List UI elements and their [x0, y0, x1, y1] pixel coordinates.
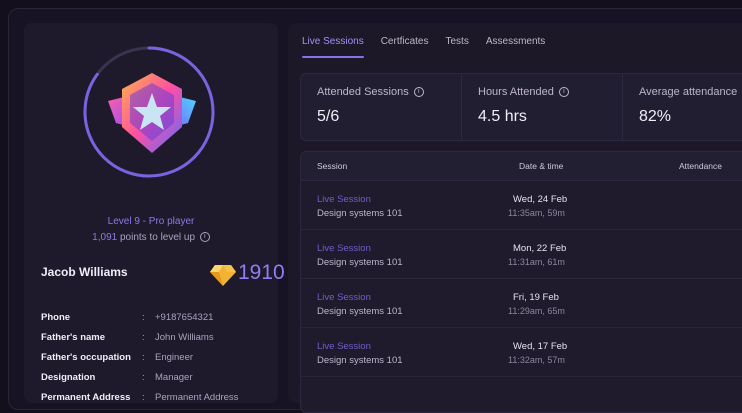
session-time: 11:31am, 61m — [508, 257, 565, 267]
detail-row-permanent-address: Permanent Address : Permanent Address — [41, 392, 271, 412]
session-type-link[interactable]: Live Session — [317, 341, 371, 352]
detail-value: Manager — [155, 372, 193, 383]
detail-label: Father's name — [41, 332, 106, 343]
detail-colon: : — [142, 332, 145, 343]
detail-row-fathers-name: Father's name : John Williams — [41, 332, 271, 352]
star-badge-icon — [108, 73, 196, 153]
session-name: Design systems 101 — [317, 355, 403, 366]
points-suffix: points to level up — [117, 232, 196, 243]
column-header-session[interactable]: Session — [317, 161, 347, 171]
stats-card: Attended Sessions i 5/6 Hours Attended i… — [300, 73, 742, 141]
tab-live-sessions[interactable]: Live Sessions — [302, 36, 364, 58]
table-row[interactable]: Live Session Design systems 101 Wed, 17 … — [301, 328, 742, 377]
session-type-link[interactable]: Live Session — [317, 292, 371, 303]
stat-value: 4.5 hrs — [478, 108, 527, 125]
level-label: Level 9 - Pro player — [107, 216, 195, 227]
column-header-attendance[interactable]: Attendance — [679, 161, 722, 171]
session-time: 11:35am, 59m — [508, 208, 565, 218]
stat-label-text: Attended Sessions — [317, 86, 409, 98]
profile-card: Level 9 - Pro player 1,091 points to lev… — [24, 23, 285, 403]
table-row[interactable]: Live Session Design systems 101 Mon, 22 … — [301, 230, 742, 279]
session-time: 11:29am, 65m — [508, 306, 565, 316]
info-icon[interactable]: i — [199, 232, 210, 243]
tab-tests[interactable]: Tests — [446, 36, 469, 58]
score-value: 1910 — [238, 261, 285, 284]
stat-value: 82% — [639, 108, 672, 125]
session-date: Wed, 17 Feb — [513, 341, 568, 352]
table-row[interactable]: Live Session Design systems 101 Wed, 24 … — [301, 181, 742, 230]
tab-assessments[interactable]: Assessments — [486, 36, 545, 58]
detail-colon: : — [142, 372, 145, 383]
stat-value: 5/6 — [317, 108, 340, 125]
detail-label: Designation — [41, 372, 96, 383]
stat-label: Average attendance — [639, 86, 737, 98]
detail-value: Permanent Address — [155, 392, 239, 403]
session-date: Fri, 19 Feb — [513, 292, 559, 303]
stat-label: Hours Attended i — [478, 86, 569, 98]
sessions-table: Session Date & time Attendance Live Sess… — [300, 151, 742, 413]
divider — [461, 74, 462, 140]
column-header-date[interactable]: Date & time — [519, 161, 563, 171]
session-name: Design systems 101 — [317, 257, 403, 268]
sessions-panel: Live Sessions Certficates Tests Assessme… — [288, 23, 742, 413]
tab-bar: Live Sessions Certficates Tests Assessme… — [302, 36, 545, 58]
detail-value: +9187654321 — [155, 312, 214, 323]
detail-row-fathers-occupation: Father's occupation : Engineer — [41, 352, 271, 372]
tab-certificates[interactable]: Certficates — [381, 36, 429, 58]
session-name: Design systems 101 — [317, 208, 403, 219]
table-header: Session Date & time Attendance — [301, 152, 742, 181]
detail-value: John Williams — [155, 332, 214, 343]
detail-colon: : — [142, 352, 145, 363]
session-type-link[interactable]: Live Session — [317, 243, 371, 254]
detail-colon: : — [142, 392, 145, 403]
info-icon[interactable]: i — [413, 87, 424, 98]
stat-label: Attended Sessions i — [317, 86, 424, 98]
points-number: 1,091 — [92, 232, 118, 243]
profile-details: Phone : +9187654321 Father's name : John… — [41, 312, 271, 412]
info-icon[interactable]: i — [558, 87, 569, 98]
session-type-link[interactable]: Live Session — [317, 194, 371, 205]
stat-label-text: Hours Attended — [478, 86, 554, 98]
session-time: 11:32am, 57m — [508, 355, 565, 365]
detail-label: Father's occupation — [41, 352, 131, 363]
session-name: Design systems 101 — [317, 306, 403, 317]
detail-row-designation: Designation : Manager — [41, 372, 271, 392]
table-row[interactable]: Live Session Design systems 101 Fri, 19 … — [301, 279, 742, 328]
detail-colon: : — [142, 312, 145, 323]
detail-label: Phone — [41, 312, 71, 323]
diamond-icon — [210, 265, 236, 286]
session-date: Mon, 22 Feb — [513, 243, 567, 254]
stat-label-text: Average attendance — [639, 86, 738, 98]
detail-label: Permanent Address — [41, 392, 131, 403]
detail-value: Engineer — [155, 352, 194, 363]
user-name: Jacob Williams — [41, 265, 128, 279]
detail-row-phone: Phone : +9187654321 — [41, 312, 271, 332]
session-date: Wed, 24 Feb — [513, 194, 568, 205]
divider — [622, 74, 623, 140]
points-to-level-up: 1,091 points to level up i — [24, 232, 278, 243]
